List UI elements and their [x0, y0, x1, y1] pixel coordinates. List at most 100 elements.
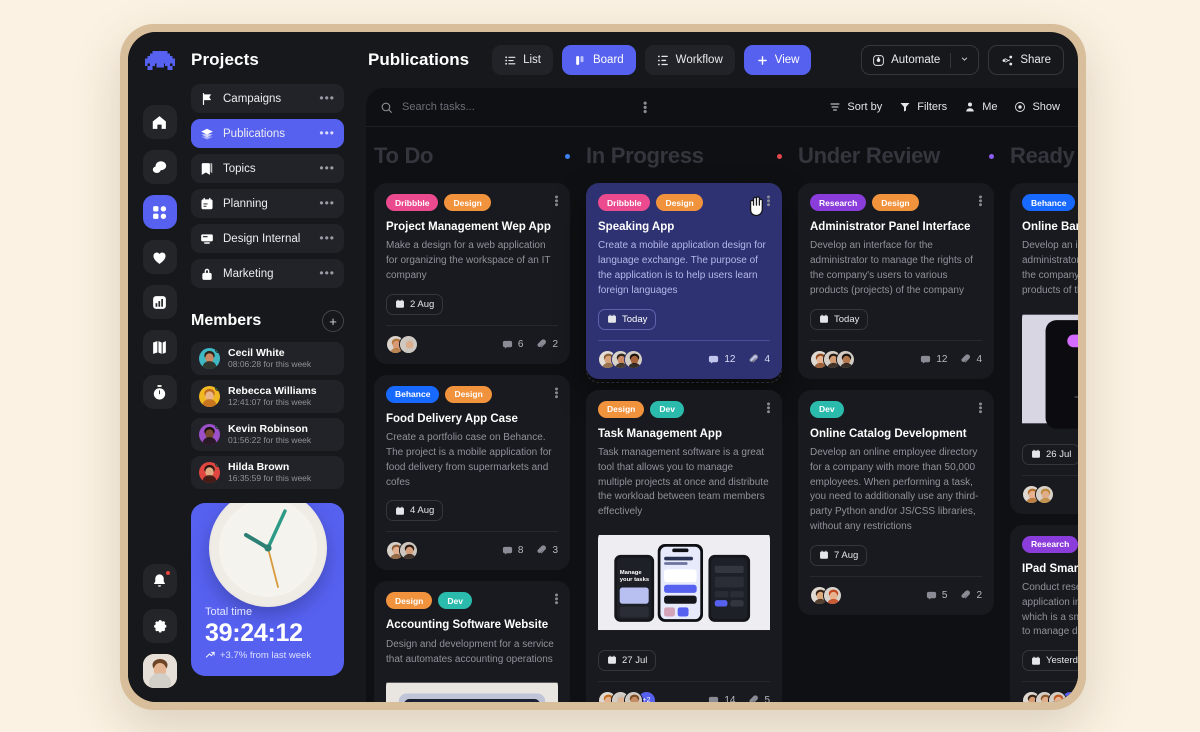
column-title: Ready [1010, 143, 1075, 168]
sidebar-item-menu[interactable]: ••• [319, 197, 335, 210]
rail-item-notifications[interactable] [142, 564, 177, 598]
sidebar-item-topics[interactable]: Topics ••• [191, 154, 344, 183]
card-assignees [598, 349, 643, 369]
task-card[interactable]: Design Dev ••• Accounting Software Website D… [374, 581, 570, 702]
avatar [1048, 691, 1067, 702]
card-tag[interactable]: Design [444, 194, 491, 211]
rail-item-home[interactable] [142, 105, 177, 139]
card-tag[interactable]: Design [445, 385, 492, 403]
card-tag[interactable]: Behance [1022, 194, 1076, 211]
card-title: Online Bank App [1022, 221, 1078, 233]
sidebar-item-menu[interactable]: ••• [319, 232, 335, 245]
add-view-button[interactable]: View [743, 45, 812, 75]
card-due-date[interactable]: 7 Aug [810, 544, 868, 566]
card-due-date[interactable]: 26 Jul [1022, 443, 1078, 465]
list-icon [505, 55, 516, 65]
member-row[interactable]: Kevin Robinson 01:56:22 for this week [191, 418, 344, 451]
card-due-date-value: 4 Aug [410, 505, 435, 517]
sidebar-item-marketing[interactable]: Marketing ••• [191, 259, 344, 288]
card-tag[interactable]: Research [1022, 535, 1078, 553]
task-card[interactable]: Dribbble Design ••• Speaking App Create a mo… [586, 183, 782, 379]
card-due-date[interactable]: 27 Jul [598, 649, 657, 671]
sidebar-item-menu[interactable]: ••• [319, 162, 335, 175]
rail-item-settings[interactable] [142, 609, 177, 643]
task-card[interactable]: Research Design ••• Administrator Panel Int… [798, 183, 994, 379]
filter-icon [900, 103, 910, 112]
card-tag[interactable]: Design [656, 194, 703, 211]
rail-item-docs[interactable] [142, 330, 177, 364]
comment-count: 5 [926, 590, 947, 601]
sidebar-item-campaigns[interactable]: Campaigns ••• [191, 84, 344, 113]
card-metrics: 14 5 [708, 695, 770, 702]
card-due-date[interactable]: 2 Aug [386, 293, 444, 315]
rail-item-time-tracker[interactable] [142, 375, 177, 409]
card-tag[interactable]: Behance [386, 385, 440, 403]
automate-button[interactable]: Automate [862, 54, 950, 67]
card-menu-button[interactable]: ••• [762, 195, 774, 207]
tab-board[interactable]: Board [561, 45, 636, 75]
automate-caret[interactable] [951, 54, 978, 67]
members-title: Members [191, 312, 262, 329]
sidebar-item-planning[interactable]: Planning ••• [191, 189, 344, 218]
task-card[interactable]: Behance Design ••• Food Delivery App Case Cr… [374, 374, 570, 571]
attachment-icon [749, 695, 759, 702]
card-tag[interactable]: Dribbble [386, 194, 439, 211]
card-menu-button[interactable]: ••• [550, 593, 562, 605]
card-tag[interactable]: Design [872, 194, 919, 211]
card-tag[interactable]: Dribbble [598, 194, 651, 211]
card-menu-button[interactable]: ••• [550, 195, 562, 207]
sidebar-item-menu[interactable]: ••• [319, 127, 335, 140]
sidebar-item-menu[interactable]: ••• [319, 267, 335, 280]
sidebar-item-label: Topics [223, 162, 256, 175]
filters-button[interactable]: Filters [895, 101, 951, 113]
card-tag[interactable]: Research [810, 194, 867, 211]
member-row[interactable]: Cecil White 08:06:28 for this week [191, 342, 344, 375]
card-tag[interactable]: Design [598, 400, 645, 418]
task-card[interactable]: ResearchDev•••IPad Smart Home AppConduct… [1010, 524, 1078, 702]
card-tag[interactable]: Dev [810, 400, 844, 418]
me-filter-button[interactable]: Me [960, 101, 1001, 113]
monitor-icon [201, 233, 213, 244]
card-tag[interactable]: Design [386, 592, 433, 610]
member-row[interactable]: Rebecca Williams 12:41:07 for this week [191, 380, 344, 413]
rail-item-analytics[interactable] [142, 285, 177, 319]
calendar-icon [608, 314, 616, 323]
comment-icon [709, 355, 719, 364]
card-description: Develop an interface for the administrat… [810, 240, 973, 296]
sidebar-item-design-internal[interactable]: Design Internal ••• [191, 224, 344, 253]
sidebar-item-publications[interactable]: Publications ••• [191, 119, 344, 148]
rail-item-favorites[interactable] [142, 240, 177, 274]
card-due-date[interactable]: Today [810, 308, 869, 330]
task-card[interactable]: Design Dev ••• Task Management App Task mana… [586, 389, 782, 702]
comment-icon [502, 547, 512, 555]
card-tag[interactable]: Dev [650, 400, 684, 418]
card-tag[interactable]: Dev [438, 592, 472, 610]
member-row[interactable]: Hilda Brown 16:35:59 for this week [191, 456, 344, 489]
card-due-date[interactable]: 4 Aug [386, 500, 444, 522]
share-button[interactable]: Share [988, 45, 1064, 75]
card-due-date[interactable]: Yesterday [1022, 650, 1078, 672]
task-card[interactable]: Dev ••• Online Catalog Development Develop … [798, 389, 994, 615]
search-options-menu[interactable]: ••• [638, 101, 652, 114]
rail-avatar[interactable] [142, 654, 177, 688]
search-input[interactable] [402, 101, 632, 113]
card-menu-button[interactable]: ••• [762, 402, 774, 414]
add-member-button[interactable]: + [322, 310, 344, 332]
card-menu-button[interactable]: ••• [550, 387, 562, 399]
tab-list[interactable]: List [492, 45, 553, 75]
card-thumbnail-laptop: All accountingin one application [386, 677, 558, 702]
card-menu-button[interactable]: ••• [974, 195, 986, 207]
rail-item-messages[interactable] [142, 150, 177, 184]
rail-item-projects[interactable] [142, 195, 177, 229]
show-button[interactable]: Show [1010, 101, 1064, 113]
sidebar-item-menu[interactable]: ••• [319, 92, 335, 105]
card-due-date[interactable]: Today [598, 308, 657, 330]
card-title: Online Catalog Development [810, 427, 967, 440]
column-header: In Progress [586, 139, 782, 173]
tab-workflow[interactable]: Workflow [644, 45, 735, 75]
task-card[interactable]: BehanceDesign•••Online Bank AppDevelop a… [1010, 183, 1078, 514]
board-area: Publications List Board Workflow View Au… [358, 32, 1078, 702]
task-card[interactable]: Dribbble Design ••• Project Management Wep … [374, 183, 570, 364]
card-menu-button[interactable]: ••• [974, 402, 986, 414]
sort-by-button[interactable]: Sort by [825, 101, 886, 113]
